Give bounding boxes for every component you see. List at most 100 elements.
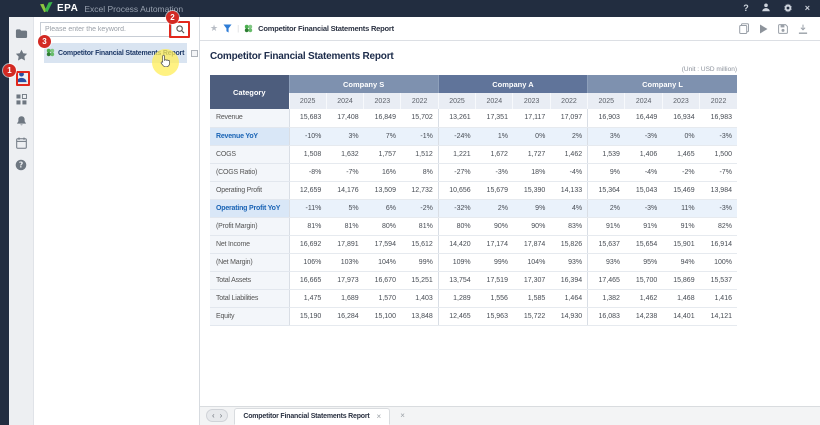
table-cell: 1,468	[662, 289, 699, 307]
breadcrumb-title: Competitor Financial Statements Report	[258, 24, 394, 33]
table-cell: 1,462	[550, 145, 587, 163]
table-cell: 83%	[550, 217, 587, 235]
table-row: COGS1,5081,6321,7571,5121,2211,6721,7271…	[210, 145, 737, 163]
table-cell: 16,914	[700, 235, 737, 253]
table-cell: 13,754	[438, 271, 475, 289]
app-header: EPA Excel Process Automation ? ×	[0, 0, 820, 17]
table-cell: 1,462	[625, 289, 662, 307]
table-row: Revenue YoY-10%3%7%-1%-24%1%0%2%3%-3%0%-…	[210, 127, 737, 145]
table-cell: 13,261	[438, 109, 475, 127]
filter-funnel-icon[interactable]	[223, 20, 232, 38]
table-cell: 15,251	[401, 271, 438, 289]
save-icon[interactable]	[778, 24, 788, 34]
table-cell: -7%	[700, 163, 737, 181]
table-cell: 91%	[588, 217, 625, 235]
table-cell: 5%	[326, 199, 363, 217]
table-cell: 99%	[401, 253, 438, 271]
table-row: Equity15,19016,28415,10013,84812,46515,9…	[210, 307, 737, 325]
table-cell: 15,826	[550, 235, 587, 253]
close-icon[interactable]: ×	[805, 4, 810, 13]
click-highlight	[152, 49, 179, 76]
table-cell: 1,289	[438, 289, 475, 307]
table-cell: -4%	[550, 163, 587, 181]
table-row: (COGS Ratio)-8%-7%16%8%-27%-3%18%-4%9%-4…	[210, 163, 737, 181]
table-cell: 11%	[662, 199, 699, 217]
table-cell: -11%	[289, 199, 326, 217]
table-cell: 3%	[588, 127, 625, 145]
table-cell: 12,465	[438, 307, 475, 325]
svg-text:?: ?	[19, 161, 23, 170]
table-cell: 1,689	[326, 289, 363, 307]
table-cell: 93%	[550, 253, 587, 271]
table-cell: 81%	[326, 217, 363, 235]
table-cell: 1,632	[326, 145, 363, 163]
year-header: 2023	[662, 93, 699, 109]
sidebar-item-schedule[interactable]	[14, 139, 28, 151]
search-input[interactable]	[40, 22, 171, 37]
row-label: Net Income	[210, 235, 289, 253]
table-cell: 17,351	[476, 109, 513, 127]
sidebar-item-documents[interactable]	[14, 29, 28, 41]
brand-name: EPA	[57, 3, 78, 14]
hand-cursor-icon	[160, 54, 171, 72]
year-header: 2022	[401, 93, 438, 109]
year-header: 2022	[700, 93, 737, 109]
table-row: Operating Profit YoY-11%5%6%-2%-32%2%9%4…	[210, 199, 737, 217]
table-cell: 15,679	[476, 181, 513, 199]
group-header-company-a: Company A	[438, 75, 587, 93]
table-row: (Net Margin)106%103%104%99%109%99%104%93…	[210, 253, 737, 271]
tab-close-icon[interactable]: ×	[377, 413, 382, 421]
table-cell: 1,403	[401, 289, 438, 307]
table-cell: 1,585	[513, 289, 550, 307]
table-cell: 17,874	[513, 235, 550, 253]
help-icon[interactable]: ?	[743, 4, 749, 13]
group-header-company-l: Company L	[588, 75, 737, 93]
table-cell: 95%	[625, 253, 662, 271]
sidebar-item-help[interactable]: ?	[14, 161, 28, 173]
table-cell: 17,408	[326, 109, 363, 127]
table-cell: 16,284	[326, 307, 363, 325]
table-cell: 18%	[513, 163, 550, 181]
table-cell: 0%	[662, 127, 699, 145]
table-cell: 81%	[289, 217, 326, 235]
tab-report[interactable]: Competitor Financial Statements Report ×	[234, 408, 390, 425]
table-cell: 17,594	[364, 235, 401, 253]
close-all-tabs-icon[interactable]: ×	[400, 412, 405, 420]
row-label: Revenue YoY	[210, 127, 289, 145]
table-cell: 16,449	[625, 109, 662, 127]
table-row: Revenue15,68317,40816,84915,70213,26117,…	[210, 109, 737, 127]
table-cell: 15,654	[625, 235, 662, 253]
tab-label: Competitor Financial Statements Report	[243, 413, 369, 420]
table-cell: 1%	[476, 127, 513, 145]
table-cell: 15,364	[588, 181, 625, 199]
download-icon[interactable]	[798, 24, 808, 34]
sidebar-item-notifications[interactable]	[14, 117, 28, 129]
table-cell: 0%	[513, 127, 550, 145]
row-label: Equity	[210, 307, 289, 325]
row-label: COGS	[210, 145, 289, 163]
table-cell: 14,930	[550, 307, 587, 325]
table-cell: 82%	[700, 217, 737, 235]
table-cell: 1,512	[401, 145, 438, 163]
table-cell: 14,420	[438, 235, 475, 253]
tree-item-menu-box[interactable]	[191, 50, 198, 57]
table-cell: 15,702	[401, 109, 438, 127]
user-icon[interactable]	[761, 3, 771, 14]
tab-scroll-right-icon[interactable]: ›	[220, 412, 223, 420]
tab-scroll-controls: ‹ ›	[206, 409, 228, 422]
tab-scroll-left-icon[interactable]: ‹	[212, 412, 215, 420]
settings-gear-icon[interactable]	[783, 3, 793, 15]
table-cell: 15,700	[625, 271, 662, 289]
table-cell: 17,097	[550, 109, 587, 127]
sidebar-item-apps[interactable]	[14, 95, 28, 107]
copy-document-icon[interactable]	[739, 23, 749, 34]
table-cell: 3%	[326, 127, 363, 145]
table-cell: 1,465	[662, 145, 699, 163]
sidebar-item-favorites[interactable]	[14, 51, 28, 63]
table-cell: 9%	[513, 199, 550, 217]
table-cell: 7%	[364, 127, 401, 145]
run-play-icon[interactable]	[759, 24, 768, 34]
table-cell: -3%	[476, 163, 513, 181]
favorite-star-icon[interactable]: ★	[210, 24, 218, 33]
table-cell: 12,659	[289, 181, 326, 199]
